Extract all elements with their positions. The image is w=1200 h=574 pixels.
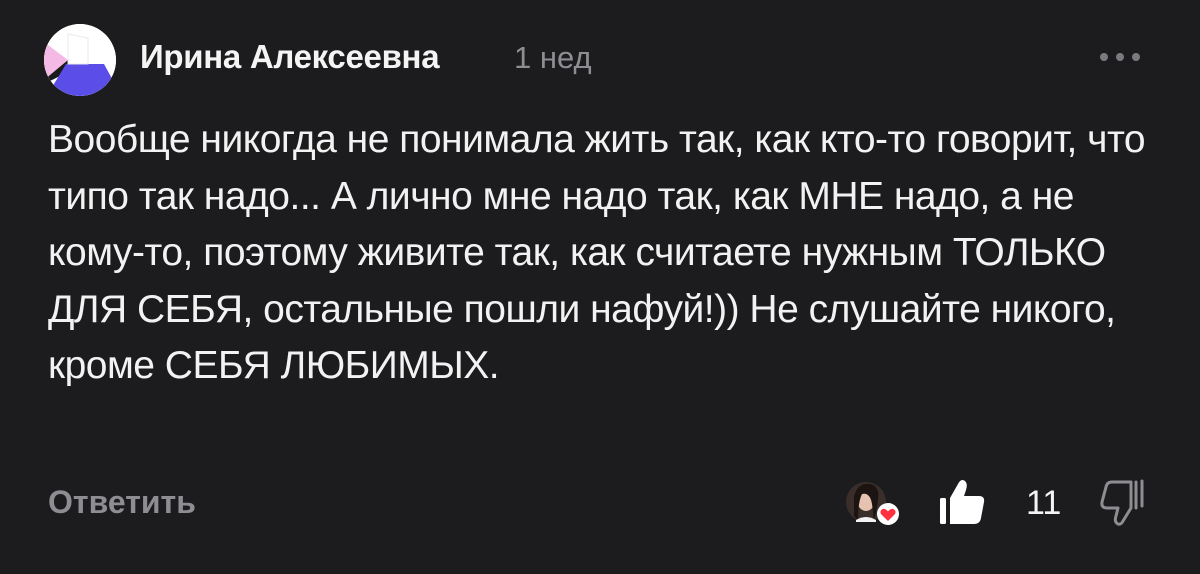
comment-text: Вообще никогда не понимала жить так, как… (48, 118, 1146, 387)
author-avatar[interactable] (44, 24, 116, 96)
avatar-image (44, 24, 116, 96)
liker-avatar[interactable] (844, 480, 900, 528)
comment-time: 1 нед (514, 40, 592, 75)
thumb-down-icon[interactable] (1098, 478, 1148, 528)
heart-icon (877, 503, 899, 525)
like-count: 11 (1026, 484, 1062, 522)
reply-button[interactable]: Ответить (48, 484, 196, 521)
comment-card: Ирина Алексеевна 1 нед Вообще никогда не… (0, 0, 1200, 574)
author-name[interactable]: Ирина Алексеевна (140, 38, 440, 76)
thumb-up-icon[interactable] (938, 476, 986, 526)
more-dots-icon[interactable] (1098, 50, 1142, 62)
